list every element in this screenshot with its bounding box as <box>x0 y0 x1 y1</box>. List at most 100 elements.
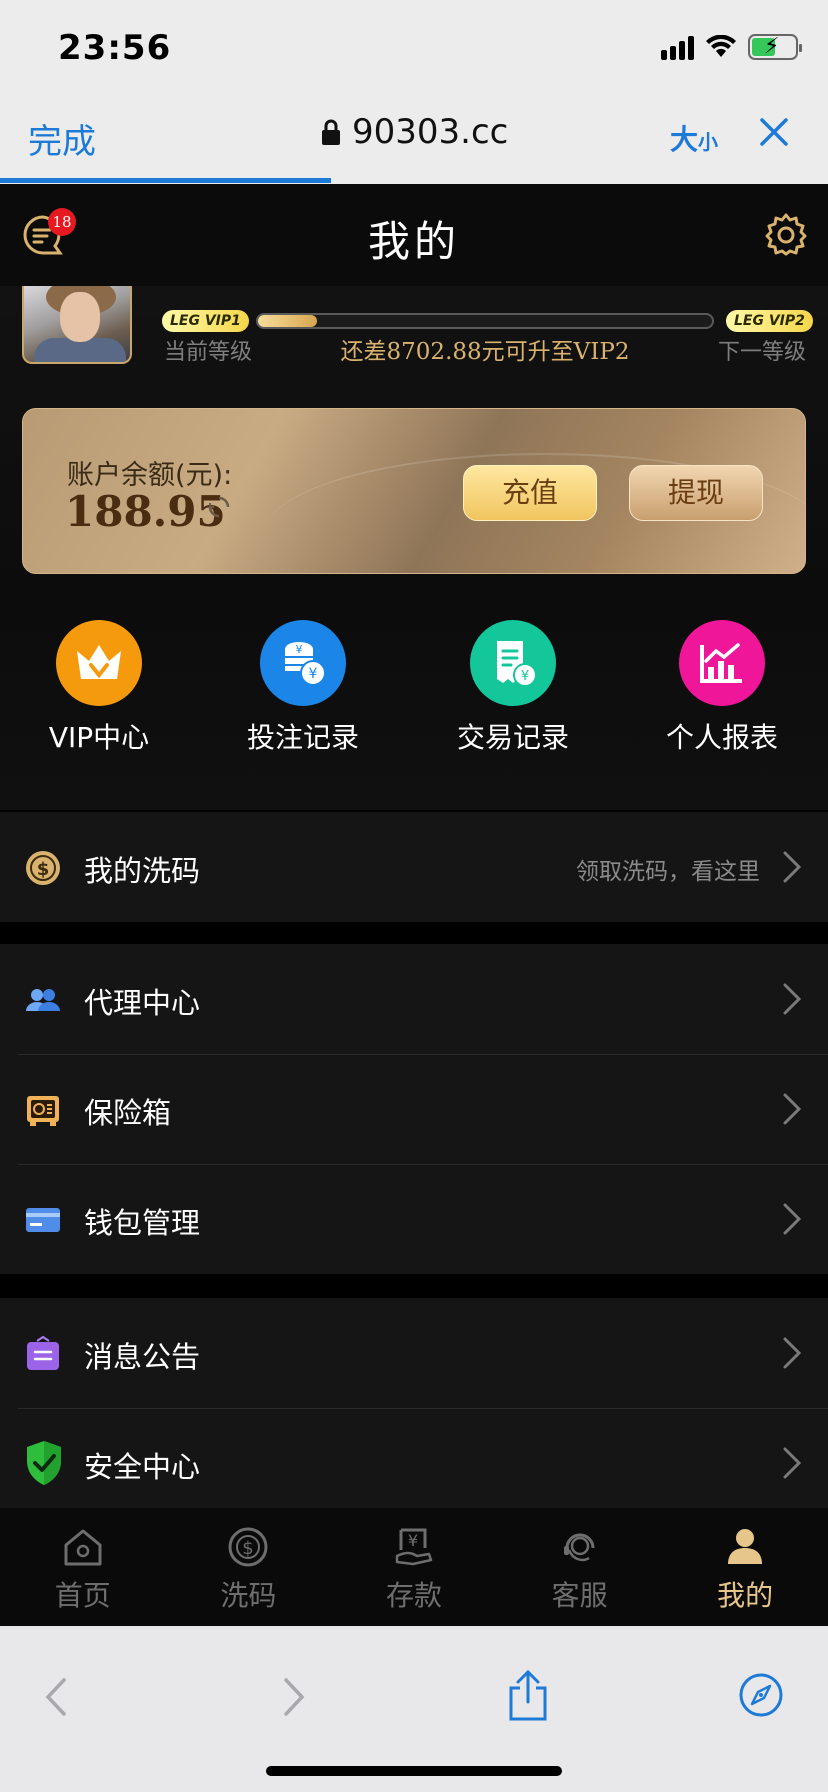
coins-icon: ¥ ¥ <box>260 620 346 706</box>
menu-item-safe-box[interactable]: 保险箱 <box>0 1054 828 1164</box>
tab-deposit[interactable]: ¥ 存款 <box>331 1508 497 1626</box>
balance-card: 账户余额(元): 188.95 充值 提现 <box>22 408 806 574</box>
chart-icon <box>679 620 765 706</box>
refresh-icon <box>208 496 230 518</box>
safe-icon <box>27 1096 59 1126</box>
chevron-right-icon <box>783 983 802 1015</box>
upgrade-hint: 还差8702.88元可升至VIP2 <box>340 339 630 365</box>
tab-label: 洗码 <box>220 1579 277 1612</box>
svg-text:¥: ¥ <box>309 666 318 682</box>
quick-action-label: 投注记录 <box>246 721 359 754</box>
menu-label: 保险箱 <box>84 1096 172 1130</box>
quick-action-label: VIP中心 <box>48 721 150 754</box>
rebate-icon: $ <box>228 1527 268 1567</box>
svg-text:$: $ <box>243 1538 254 1559</box>
menu-label: 安全中心 <box>84 1450 201 1484</box>
tab-home[interactable]: 首页 <box>0 1508 166 1626</box>
card-icon <box>26 1208 60 1232</box>
chevron-left-icon <box>45 1678 66 1716</box>
done-button[interactable]: 完成 <box>28 114 96 163</box>
close-button[interactable] <box>756 114 792 154</box>
settings-button[interactable] <box>764 212 808 260</box>
page-title: 我的 <box>367 217 460 266</box>
bottom-tab-bar: 首页 $ 洗码 ¥ 存款 客服 我的 <box>0 1508 828 1626</box>
status-bar: 23:56 ⚡ <box>0 0 828 96</box>
chevron-right-icon <box>783 1203 802 1235</box>
status-time: 23:56 <box>58 28 172 68</box>
menu-group-account: 代理中心 保险箱 钱包管理 <box>0 944 828 1274</box>
vip-progress-fill <box>258 315 318 327</box>
tab-mine[interactable]: 我的 <box>662 1508 828 1626</box>
lock-icon <box>322 119 340 145</box>
svg-text:¥: ¥ <box>408 1531 418 1550</box>
home-icon <box>64 1529 102 1566</box>
menu-label: 消息公告 <box>84 1340 201 1374</box>
tab-support[interactable]: 客服 <box>497 1508 663 1626</box>
share-button[interactable] <box>506 1669 550 1726</box>
text-size-button[interactable]: 大小 <box>670 118 718 158</box>
menu-hint: 领取洗码，看这里 <box>576 859 760 885</box>
text-size-big: 大 <box>670 123 699 156</box>
chevron-right-icon <box>284 1678 305 1716</box>
menu-group-info: 消息公告 安全中心 <box>0 1298 828 1508</box>
page-load-progress <box>0 178 332 183</box>
wifi-icon <box>706 35 736 57</box>
back-button[interactable] <box>44 1676 68 1722</box>
notice-bag-icon <box>27 1335 59 1370</box>
url-text: 90303.cc <box>352 112 509 152</box>
chevron-right-icon <box>783 851 802 883</box>
quick-action-transaction-records[interactable]: ¥ 交易记录 <box>418 620 608 756</box>
quick-action-label: 交易记录 <box>456 721 569 754</box>
status-icons: ⚡ <box>661 34 802 60</box>
vip-progress-bar <box>256 313 714 329</box>
next-vip-badge: LEG VIP2 <box>726 310 813 332</box>
next-level-label: 下一等级 <box>717 340 806 365</box>
tab-rebate[interactable]: $ 洗码 <box>166 1508 332 1626</box>
menu-item-my-rebate[interactable]: $ 我的洗码 领取洗码，看这里 <box>0 812 828 922</box>
profile-section: LEG VIP1 LEG VIP2 当前等级 还差8702.88元可升至VIP2… <box>0 286 828 810</box>
deposit-icon: ¥ <box>395 1528 433 1566</box>
current-level-label: 当前等级 <box>164 340 253 365</box>
withdraw-button[interactable]: 提现 <box>629 465 763 521</box>
menu-group-rebate: $ 我的洗码 领取洗码，看这里 <box>0 812 828 922</box>
tab-label: 存款 <box>385 1579 442 1612</box>
forward-button[interactable] <box>282 1676 306 1722</box>
support-icon <box>563 1533 595 1562</box>
svg-text:$: $ <box>37 859 50 880</box>
chevron-right-icon <box>783 1093 802 1125</box>
crown-icon <box>56 620 142 706</box>
address-bar[interactable]: 90303.cc <box>320 112 508 152</box>
share-icon <box>509 1669 547 1721</box>
quick-action-label: 个人报表 <box>665 721 778 754</box>
svg-text:¥: ¥ <box>521 669 529 684</box>
recharge-button[interactable]: 充值 <box>463 465 597 521</box>
chevron-right-icon <box>783 1447 802 1479</box>
cellular-signal-icon <box>661 34 694 60</box>
menu-item-agent-center[interactable]: 代理中心 <box>0 944 828 1054</box>
tab-label: 首页 <box>54 1579 111 1612</box>
quick-action-vip-center[interactable]: VIP中心 <box>4 620 194 756</box>
menu-item-wallet[interactable]: 钱包管理 <box>0 1164 828 1274</box>
text-size-small: 小 <box>698 130 719 154</box>
users-icon <box>26 989 60 1011</box>
tab-label: 客服 <box>551 1579 608 1612</box>
quick-action-personal-report[interactable]: 个人报表 <box>627 620 817 756</box>
tab-label: 我的 <box>717 1579 774 1612</box>
user-icon <box>728 1529 763 1564</box>
menu-item-notices[interactable]: 消息公告 <box>0 1298 828 1408</box>
receipt-icon: ¥ <box>470 620 556 706</box>
current-vip-badge: LEG VIP1 <box>162 310 249 332</box>
shield-check-icon <box>27 1441 61 1485</box>
menu-item-security-center[interactable]: 安全中心 <box>0 1408 828 1508</box>
quick-action-bet-records[interactable]: ¥ ¥ 投注记录 <box>208 620 398 756</box>
avatar[interactable] <box>22 286 132 364</box>
browser-bar: 完成 90303.cc 大小 <box>0 96 828 184</box>
menu-label: 钱包管理 <box>84 1206 201 1240</box>
refresh-balance-button[interactable] <box>207 495 231 523</box>
balance-amount: 188.95 <box>65 487 226 536</box>
gear-icon <box>765 213 807 256</box>
compass-icon <box>739 1673 783 1717</box>
safari-compass-button[interactable] <box>738 1672 784 1722</box>
chevron-right-icon <box>783 1337 802 1369</box>
battery-icon: ⚡ <box>748 34 802 60</box>
